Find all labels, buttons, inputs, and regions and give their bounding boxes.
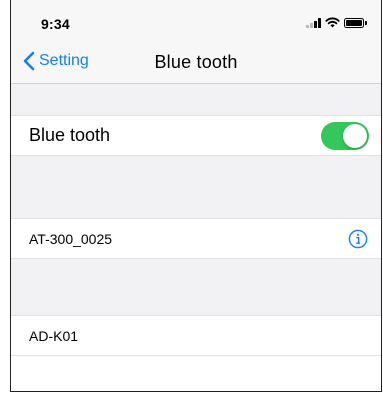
section-spacer [11,259,381,315]
info-icon[interactable] [348,229,368,249]
navigation-bar: Setting Blue tooth [11,43,381,84]
page-title: Blue tooth [154,52,238,72]
cellular-signal-icon [306,17,321,28]
phone-screen: 9:34 Setting Blue tooth Blue tooth AT-30… [10,0,382,392]
battery-icon [344,17,367,28]
section-spacer [11,84,381,115]
device-row[interactable]: AD-K01 [11,315,381,356]
status-bar: 9:34 [11,0,381,43]
device-name: AT-300_0025 [29,230,113,247]
status-icons [306,17,367,28]
toggle-knob [343,124,367,148]
device-name: AD-K01 [29,327,79,344]
bluetooth-toggle-row: Blue tooth [11,115,381,156]
bluetooth-toggle[interactable] [321,122,369,150]
device-row[interactable]: AT-300_0025 [11,218,381,259]
bluetooth-label: Blue tooth [29,125,111,145]
section-spacer [11,156,381,218]
status-time: 9:34 [41,16,70,32]
list-empty-area [11,356,381,391]
wifi-icon [325,17,340,28]
